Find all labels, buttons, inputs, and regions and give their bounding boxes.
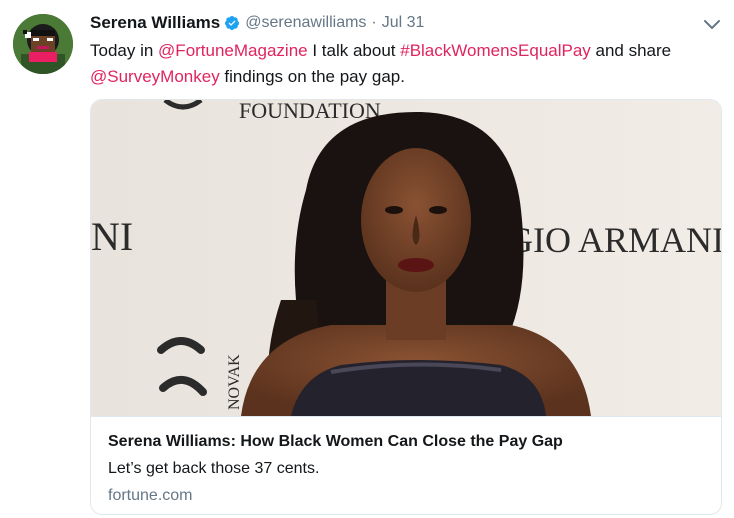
author-handle[interactable]: @serenawilliams: [245, 14, 366, 32]
card-body[interactable]: Serena Williams: How Black Women Can Clo…: [91, 416, 721, 514]
card-image[interactable]: FOUNDATION NI RGIO ARMANI NOVAK: [91, 100, 721, 416]
verified-badge-icon: [224, 15, 240, 31]
card-photo: FOUNDATION NI RGIO ARMANI NOVAK: [91, 100, 721, 416]
card-description: Let’s get back those 37 cents.: [108, 460, 320, 477]
backdrop-text-foundation: FOUNDATION: [239, 100, 381, 123]
author-name[interactable]: Serena Williams: [90, 13, 220, 33]
tweet-text: Today in @FortuneMagazine I talk about #…: [90, 38, 720, 90]
tweet-timestamp[interactable]: Jul 31: [382, 14, 425, 32]
tweet[interactable]: Serena Williams @serenawilliams · Jul 31…: [0, 0, 734, 518]
tweet-text-segment: and share: [590, 41, 672, 60]
mention-survey-monkey[interactable]: @SurveyMonkey: [90, 67, 220, 86]
tweet-text-segment: findings on the pay gap.: [219, 67, 405, 86]
separator-dot: ·: [371, 14, 377, 31]
avatar-image: [13, 14, 73, 74]
avatar[interactable]: [13, 14, 73, 74]
card-title[interactable]: Serena Williams: How Black Women Can Clo…: [108, 433, 563, 451]
tweet-header: Serena Williams @serenawilliams · Jul 31: [90, 12, 424, 34]
tweet-text-segment: Today in: [90, 41, 159, 60]
backdrop-text-vertical: NOVAK: [226, 354, 243, 410]
mention-fortune-magazine[interactable]: @FortuneMagazine: [158, 41, 308, 60]
tweet-text-segment: I talk about: [307, 41, 401, 60]
hashtag-black-womens-equal-pay[interactable]: #BlackWomensEqualPay: [400, 41, 591, 60]
card-domain: fortune.com: [108, 487, 193, 504]
link-card[interactable]: FOUNDATION NI RGIO ARMANI NOVAK Serena W…: [90, 99, 722, 515]
chevron-down-icon[interactable]: [703, 18, 721, 32]
backdrop-text-left: NI: [91, 214, 133, 259]
